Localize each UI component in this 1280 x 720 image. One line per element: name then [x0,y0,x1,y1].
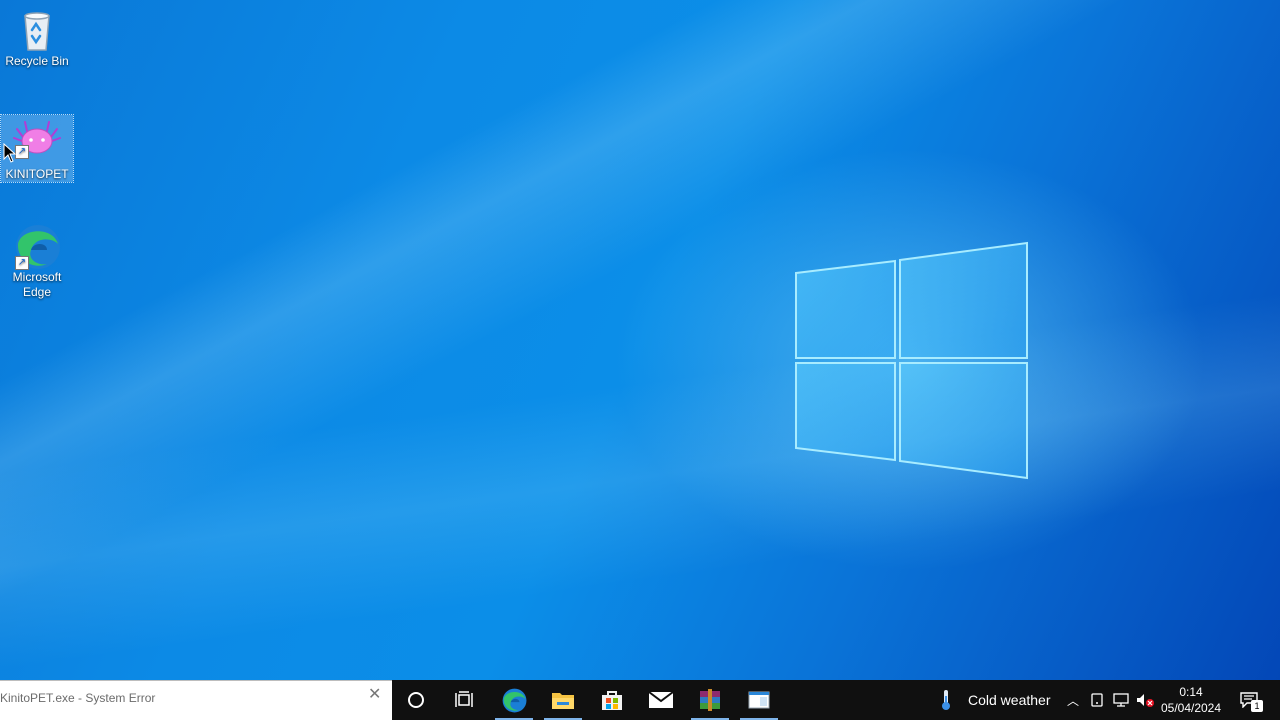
desktop-icon-label: KINITOPET [5,167,69,181]
edge-icon [502,688,527,713]
mouse-cursor-icon [3,143,17,163]
volume-muted-icon [1137,694,1154,707]
chevron-up-icon: ︿ [1066,693,1079,708]
wallpaper-light-beam-2 [0,0,1280,680]
desktop-icon-microsoft-edge[interactable]: ↗ Microsoft Edge [1,222,73,300]
tray-network-button[interactable] [1110,680,1132,720]
shortcut-arrow-icon: ↗ [15,145,29,159]
clock-time: 0:14 [1179,685,1203,699]
thermometer-icon [942,690,950,710]
task-view-icon [455,691,473,707]
notification-count-badge: 1 [1251,700,1263,712]
desktop-icon-recycle-bin[interactable]: Recycle Bin [1,6,73,69]
desktop: Recycle Bin ↗ KINITOPET ↗ Microsoft Edge [0,0,1280,680]
shortcut-arrow-icon: ↗ [15,256,29,270]
taskbar-file-explorer-button[interactable] [540,680,586,720]
store-icon [602,691,622,710]
desktop-icon-label: Recycle Bin [5,54,69,68]
cortana-icon [408,692,424,708]
weather-widget[interactable] [926,680,966,720]
tray-volume-button[interactable] [1134,680,1156,720]
desktop-icon-label: Microsoft Edge [12,270,62,299]
close-icon[interactable]: ✕ [368,687,384,703]
axolotl-icon: ↗ [13,119,61,167]
tray-device-button[interactable] [1086,680,1108,720]
edge-icon: ↗ [13,222,61,270]
taskbar-window-button[interactable] [736,680,782,720]
taskbar-winrar-button[interactable] [687,680,733,720]
taskbar-clock[interactable]: 0:14 05/04/2024 [1158,684,1224,716]
weather-label[interactable]: Cold weather [968,692,1051,708]
device-icon [1091,693,1103,707]
mail-icon [648,691,674,708]
clock-date: 05/04/2024 [1160,701,1222,715]
taskbar-mail-button[interactable] [638,680,684,720]
window-icon [748,691,770,709]
taskbar-edge-button[interactable] [491,680,537,720]
task-view-button[interactable] [441,680,487,720]
cortana-button[interactable] [393,680,439,720]
show-hidden-icons-button[interactable]: ︿ [1062,680,1084,720]
winrar-icon [700,689,720,711]
wallpaper-light-beam [0,0,1280,680]
taskbar-search-box[interactable]: KinitoPET.exe - System Error ✕ [0,680,392,720]
network-icon [1113,693,1129,707]
recycle-bin-icon [13,6,61,54]
search-box-text: KinitoPET.exe - System Error [0,691,156,705]
taskbar-store-button[interactable] [589,680,635,720]
windows-logo-wallpaper [795,241,1028,480]
taskbar: KinitoPET.exe - System Error ✕ Cold weat… [0,680,1280,720]
file-explorer-icon [552,693,574,709]
